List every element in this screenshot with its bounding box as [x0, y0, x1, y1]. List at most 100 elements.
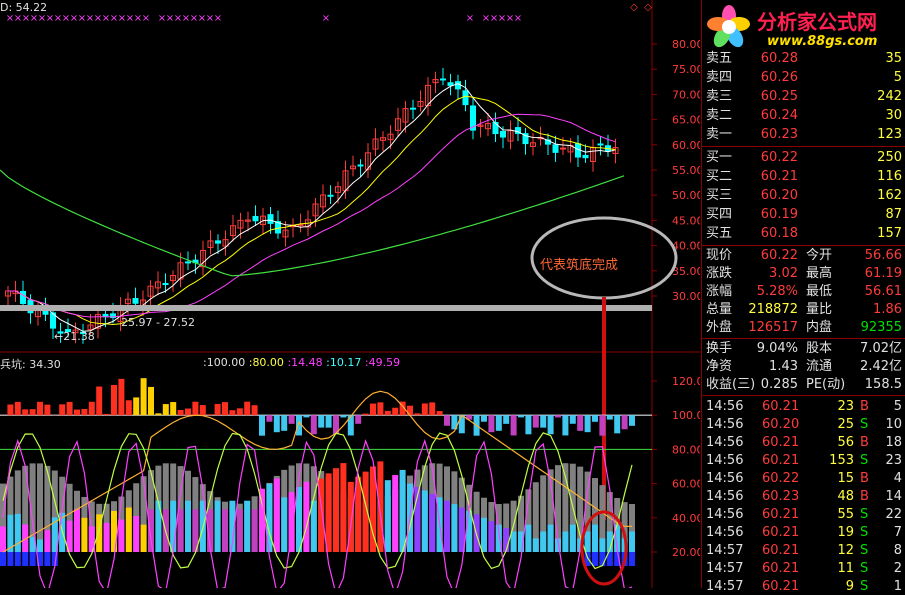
tick-row[interactable]: 14:5660.21153S23: [702, 452, 905, 469]
bid-row[interactable]: 买五 60.18 157: [702, 225, 905, 242]
bid-row[interactable]: 买三60.20162: [702, 187, 905, 204]
candle-body: [21, 291, 26, 303]
tick-row[interactable]: 14:5660.2215B4: [702, 470, 905, 487]
tick-count: 10: [885, 416, 902, 433]
bid-volume: 87: [885, 206, 902, 223]
candle-body: [216, 241, 221, 243]
y-tick-label: 30.00: [672, 290, 700, 303]
candle-body: [448, 83, 453, 86]
quote-row[interactable]: 涨幅5.28%最低56.61: [702, 283, 905, 300]
tick-row[interactable]: 14:5760.2112S8: [702, 542, 905, 559]
value-1: 100.00: [207, 356, 246, 369]
hang-bar: [281, 415, 287, 431]
quote-row[interactable]: 净资1.43流通2.42亿: [702, 358, 905, 375]
candle-body: [253, 216, 258, 220]
bid-volume: 162: [877, 187, 902, 204]
top-bar: [74, 410, 80, 416]
tick-row[interactable]: 14:5760.2111S2: [702, 560, 905, 577]
ask-volume: 242: [877, 88, 902, 105]
hang-bar: [511, 415, 517, 435]
y-tick-label: 20.00: [672, 546, 700, 559]
main-indicator-label: D: 54.22: [0, 1, 47, 14]
quote-label: 换手: [706, 340, 732, 357]
tick-row[interactable]: 14:5660.2119S7: [702, 524, 905, 541]
bid-row[interactable]: 买四60.1987: [702, 206, 905, 223]
indicator-bar: [237, 509, 243, 552]
quote-row[interactable]: 外盘126517内盘92355: [702, 319, 905, 336]
tick-row[interactable]: 14:5660.2348B14: [702, 488, 905, 505]
kline-chart[interactable]: 80.0075.0070.0065.0060.0055.0050.0045.00…: [0, 0, 700, 588]
quote-row[interactable]: 换手9.04%股本7.02亿: [702, 340, 905, 357]
tick-volume: 55: [837, 506, 854, 523]
quote-value: 60.22: [761, 247, 798, 264]
top-bar: [178, 410, 184, 415]
top-bar: [185, 409, 191, 416]
hang-bar: [585, 415, 591, 432]
tick-row[interactable]: 14:5660.2025S10: [702, 416, 905, 433]
indicator-bar: [466, 511, 472, 552]
hang-bar: [629, 415, 635, 426]
top-bar: [244, 402, 250, 416]
chart-area[interactable]: 80.0075.0070.0065.0060.0055.0050.0045.00…: [0, 0, 700, 588]
value-3: 14.48: [291, 356, 323, 369]
indicator-bar: [141, 525, 147, 552]
signal-marker: ×: [214, 13, 222, 24]
hang-bar: [607, 415, 613, 419]
ask-row[interactable]: 卖三60.25242: [702, 88, 905, 105]
bid-label: 买五: [706, 225, 732, 242]
hang-bar: [622, 415, 628, 429]
sub-panel-title: 兵坑: 34.30: [0, 356, 61, 372]
bid-label: 买一: [706, 149, 732, 166]
ask-price: 60.25: [761, 88, 798, 105]
top-bar: [155, 413, 161, 415]
quote-row[interactable]: 总量218872量比1.86: [702, 301, 905, 318]
top-bar: [81, 409, 87, 415]
candle-body: [553, 145, 558, 153]
y-tick-label: 65.00: [672, 114, 700, 127]
ma20-line: [8, 114, 616, 317]
tick-price: 60.21: [762, 398, 799, 415]
blue-bar: [629, 552, 635, 566]
ask-row[interactable]: 卖四60.265: [702, 69, 905, 86]
bid-volume: 157: [877, 225, 902, 242]
candle-body: [598, 144, 603, 145]
bid-row[interactable]: 买一60.22250: [702, 149, 905, 166]
top-bar: [37, 402, 43, 415]
quote-row[interactable]: 现价60.22今开56.66: [702, 247, 905, 264]
quote-label: 总量: [706, 301, 732, 318]
hang-bar: [303, 415, 309, 417]
ask-row[interactable]: 卖二60.2430: [702, 107, 905, 124]
top-bar: [363, 414, 369, 416]
y-tick-label: 80.00: [672, 443, 700, 456]
ask-price: 60.26: [761, 69, 798, 86]
quote-label: 股本: [806, 340, 832, 357]
indicator-bar: [585, 531, 591, 552]
y-tick-label: 80.00: [672, 38, 700, 51]
bid-row[interactable]: 买二60.21116: [702, 168, 905, 185]
indicator-bar: [451, 504, 457, 552]
bid-price: 60.18: [761, 225, 798, 242]
tick-row[interactable]: 14:5660.2123B5: [702, 398, 905, 415]
top-bar: [96, 387, 102, 416]
indicator-bar: [215, 501, 221, 552]
quote-row[interactable]: 涨跌3.02最高61.19: [702, 265, 905, 282]
top-bar: [163, 404, 169, 415]
tick-price: 60.22: [762, 470, 799, 487]
hang-bar: [289, 415, 295, 424]
tick-time: 14:56: [706, 506, 743, 523]
quote-value: 2.42亿: [860, 358, 902, 375]
tick-price: 60.21: [762, 578, 799, 595]
indicator-bar: [244, 501, 250, 552]
divider: [702, 245, 905, 246]
candle-body: [456, 82, 461, 89]
candle-body: [463, 91, 468, 105]
tick-row[interactable]: 14:5660.2156B18: [702, 434, 905, 451]
tick-side: B: [860, 398, 869, 415]
blue-bar: [44, 552, 50, 566]
ask-row[interactable]: 卖一60.23123: [702, 126, 905, 143]
quote-row[interactable]: 收益(三)0.285PE(动)158.5: [702, 376, 905, 393]
indicator-bar: [422, 490, 428, 552]
indicator-bar: [0, 526, 6, 552]
tick-row[interactable]: 14:5760.219S1: [702, 578, 905, 595]
tick-row[interactable]: 14:5660.2155S22: [702, 506, 905, 523]
